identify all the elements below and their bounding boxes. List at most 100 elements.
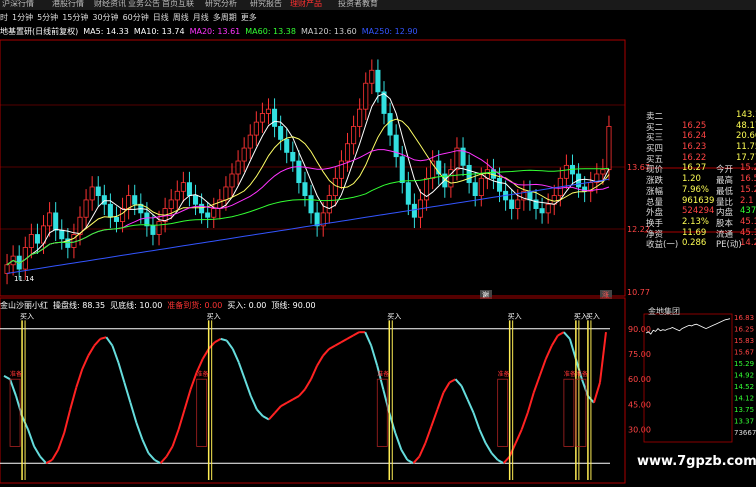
legend-item: 操盘线: 88.35 (53, 301, 106, 310)
osc-line-segment (316, 355, 324, 367)
candle (235, 160, 241, 175)
candle (229, 173, 235, 188)
candle (174, 190, 180, 201)
ready-signal-box (9, 378, 21, 447)
quote-value: 0.286 (682, 238, 707, 249)
quote-row: 总量 961639 量比 2.1 (644, 195, 756, 208)
osc-line-segment (100, 336, 107, 340)
osc-line-segment (45, 458, 53, 465)
candle (150, 225, 156, 235)
osc-line-segment (346, 334, 354, 340)
osc-line-segment (550, 335, 559, 347)
buy-signal-label: 买入 (207, 312, 221, 320)
ready-signal-label: 准备 (377, 370, 389, 378)
osc-line-segment (400, 449, 409, 461)
quote-row: 买四16.2311.75 (644, 142, 756, 154)
osc-line-segment (382, 389, 391, 414)
quote-row: 卖二143.12 (644, 110, 756, 122)
ready-signal-label: 准备 (10, 370, 22, 378)
quote-value-2: 15.2 (740, 163, 756, 174)
quote-row: 现价16.27今开15.2 (644, 163, 756, 175)
osc-line-segment (448, 378, 456, 384)
candle (563, 164, 569, 179)
candle (515, 199, 521, 209)
osc-line-segment (165, 445, 174, 457)
osc-line-segment (334, 341, 342, 347)
osc-line-segment (568, 338, 577, 360)
candle (107, 203, 113, 218)
candle (4, 264, 10, 274)
candle (144, 212, 150, 227)
candle (47, 212, 53, 227)
osc-line-segment (159, 455, 168, 464)
quote-value: 16.23 (682, 142, 707, 153)
legend-item: 见底线: 10.00 (110, 301, 163, 310)
candle (545, 203, 551, 214)
osc-line-segment (9, 378, 17, 397)
candle (113, 216, 120, 222)
candle (278, 126, 284, 140)
osc-line-segment (171, 429, 180, 447)
candle (496, 177, 503, 192)
osc-line-segment (75, 368, 84, 388)
osc-line-segment (592, 382, 601, 404)
osc-line-segment (304, 378, 312, 390)
osc-line-segment (412, 455, 421, 464)
oscillator-legend: 金山沙丽小红 操盘线: 88.35 见底线: 10.00 准备到货: 0.00 买入: … (0, 300, 321, 312)
candle (302, 182, 308, 197)
legend-item: 顶线: 90.00 (271, 301, 316, 310)
osc-line-segment (123, 382, 132, 404)
minichart-axis-label: 14.52 (734, 383, 754, 391)
ma-line (6, 167, 610, 266)
osc-line-segment (394, 432, 403, 451)
osc-line-segment (117, 362, 126, 383)
osc-line-segment (147, 452, 156, 461)
candle (472, 182, 478, 197)
candle (539, 208, 545, 214)
osc-line-segment (237, 362, 246, 380)
osc-line-segment (220, 337, 228, 342)
buy-signal-label: 买入 (387, 312, 401, 320)
candle (357, 108, 363, 127)
quote-value: 16.22 (682, 152, 707, 163)
candle (509, 199, 515, 209)
ready-signal-box (563, 378, 575, 447)
candle (393, 134, 399, 158)
osc-line-segment (526, 392, 535, 414)
osc-line-segment (310, 365, 318, 380)
osc-line-segment (141, 439, 150, 454)
candle (34, 234, 40, 244)
candle (259, 113, 265, 123)
quote-value-2: 2.1 (740, 195, 754, 206)
osc-line-segment (256, 408, 264, 417)
osc-line-segment (478, 429, 487, 444)
candle (296, 160, 302, 184)
osc-line-segment (538, 358, 547, 377)
quote-volume: 20.66 (736, 131, 756, 142)
osc-line-segment (520, 412, 529, 430)
candle (527, 190, 533, 201)
candle (89, 186, 95, 201)
candle (600, 169, 606, 175)
candle (28, 234, 34, 248)
quote-value-2: 45.1 (740, 216, 756, 227)
quote-label-2: PE(动) (716, 240, 742, 251)
osc-line-segment (436, 392, 445, 410)
osc-line-segment (69, 387, 78, 410)
osc-line-segment (370, 345, 379, 367)
osc-axis-label: 60.00 (628, 375, 651, 384)
legend-title: 金山沙丽小红 (0, 301, 48, 310)
osc-line-segment (39, 455, 47, 464)
osc-line-segment (454, 378, 463, 387)
osc-line-segment (406, 458, 414, 465)
ready-signal-box (575, 378, 587, 447)
stock-chart: 13.6712.2210.7711.14谢 涨90.0075.0060.0045.… (0, 39, 756, 484)
osc-line-segment (424, 425, 433, 444)
candle (411, 203, 417, 218)
ready-signal-label: 准备 (197, 370, 209, 378)
osc-line-segment (135, 422, 144, 441)
price-axis-label: 10.77 (627, 288, 650, 297)
ready-signal-box (497, 378, 509, 447)
osc-line-segment (225, 339, 234, 350)
quote-value-2: 14.2 (740, 238, 756, 249)
